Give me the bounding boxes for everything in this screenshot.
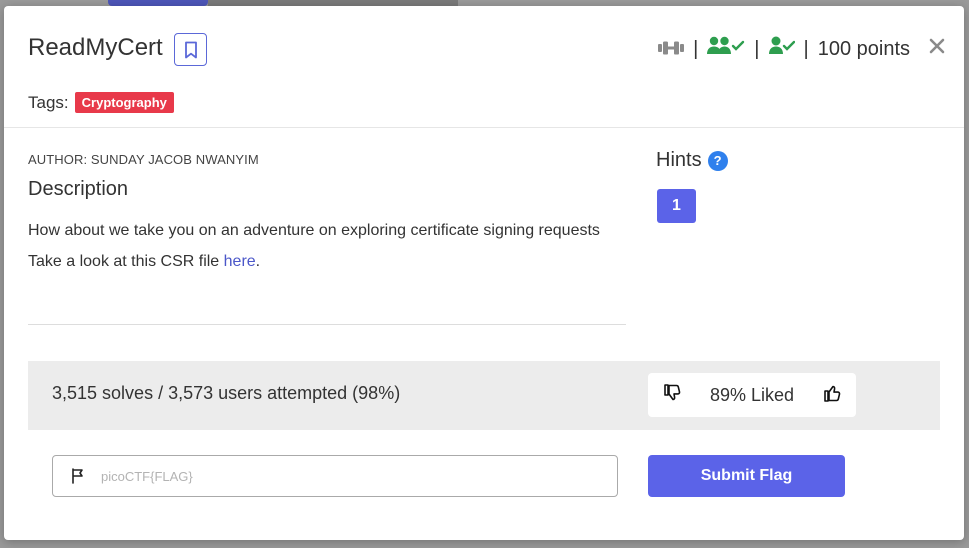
thumbs-down-icon	[664, 383, 681, 400]
close-button[interactable]	[929, 32, 945, 58]
description-heading: Description	[28, 178, 129, 200]
stats-bar: 3,515 solves / 3,573 users attempted (98…	[28, 361, 940, 430]
description-body: How about we take you on an adventure on…	[28, 216, 618, 277]
hints-heading: Hints ?	[656, 149, 728, 172]
description-link-line: Take a look at this CSR file here.	[28, 247, 618, 278]
bookmark-button[interactable]	[174, 33, 207, 66]
description-prefix: Take a look at this CSR file	[28, 252, 224, 270]
meta-separator: |	[754, 37, 760, 60]
author-line: AUTHOR: SUNDAY JACOB NWANYIM	[28, 152, 259, 167]
flag-input[interactable]	[101, 468, 541, 484]
flag-icon	[71, 468, 85, 484]
bookmark-icon	[184, 41, 197, 58]
rating-box: 89% Liked	[648, 373, 856, 417]
tag-badge[interactable]: Cryptography	[74, 92, 174, 113]
flag-input-wrapper[interactable]	[52, 455, 618, 497]
description-divider	[28, 324, 626, 325]
meta-separator: |	[693, 37, 699, 60]
hint-button-1[interactable]: 1	[657, 189, 696, 223]
description-text: How about we take you on an adventure on…	[28, 222, 600, 239]
solves-stats: 3,515 solves / 3,573 users attempted (98…	[52, 383, 401, 403]
modal-header: ReadMyCert | | | 100 points Tags: Crypto…	[4, 6, 964, 128]
user-check-icon	[768, 36, 795, 62]
challenge-modal: ReadMyCert | | | 100 points Tags: Crypto…	[4, 6, 964, 540]
users-check-icon	[707, 36, 745, 62]
tags-label: Tags:	[28, 92, 69, 112]
submit-flag-button[interactable]: Submit Flag	[648, 455, 845, 497]
thumbs-down-button[interactable]	[662, 383, 682, 408]
tags-row: Tags: Cryptography	[28, 92, 174, 113]
meta-separator: |	[803, 37, 809, 60]
challenge-meta: | | | 100 points	[658, 36, 910, 62]
points-value: 100 points	[817, 37, 910, 60]
dumbbell-icon	[658, 38, 685, 61]
challenge-title: ReadMyCert	[28, 34, 163, 61]
description-suffix: .	[255, 252, 261, 270]
liked-percentage: 89% Liked	[709, 384, 795, 405]
hints-label: Hints	[656, 149, 702, 171]
thumbs-up-icon	[824, 385, 841, 402]
close-icon	[929, 38, 945, 54]
csr-file-link[interactable]: here	[224, 253, 256, 270]
thumbs-up-button[interactable]	[822, 383, 842, 408]
help-icon[interactable]: ?	[707, 150, 728, 171]
